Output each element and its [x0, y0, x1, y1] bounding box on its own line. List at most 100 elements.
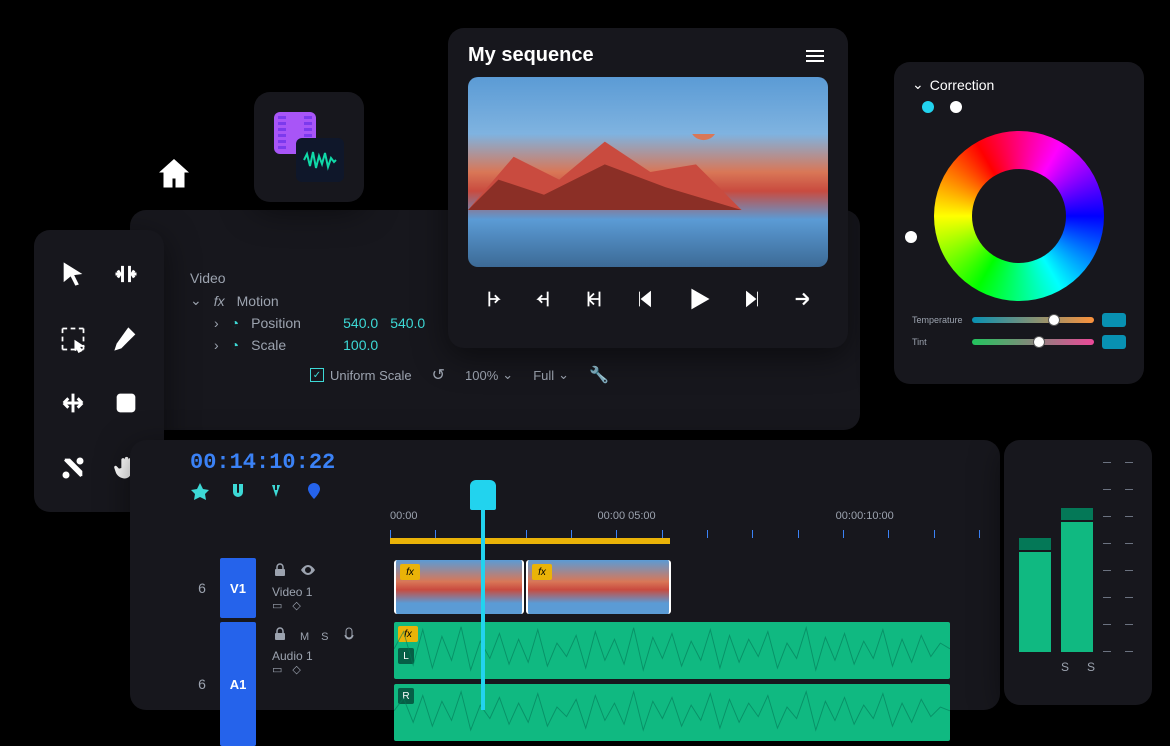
mark-in-button[interactable]: [478, 284, 508, 317]
color-wheel[interactable]: [934, 131, 1104, 301]
tint-slider-knob[interactable]: [1033, 336, 1045, 348]
video-section-label: Video: [190, 270, 226, 286]
mute-button[interactable]: M: [300, 631, 309, 643]
step-back-button[interactable]: [630, 284, 660, 317]
tint-slider[interactable]: [972, 339, 1094, 345]
mark-out-button[interactable]: [529, 284, 559, 317]
position-label: Position: [251, 315, 331, 331]
ruler-label: 00:00: [390, 510, 418, 522]
track-index: 6: [190, 558, 214, 618]
temperature-label: Temperature: [912, 315, 964, 325]
track-index: 6: [190, 622, 214, 746]
slip-tool[interactable]: [50, 375, 95, 432]
tint-value-box[interactable]: [1102, 335, 1126, 349]
snap-icon[interactable]: [190, 481, 210, 506]
stopwatch-icon[interactable]: ◔: [231, 315, 239, 331]
video-clip-1[interactable]: fx: [394, 560, 524, 614]
track-keyframe-icon[interactable]: ◇: [292, 663, 300, 676]
video-track-header: Video 1 ▭ ◇: [264, 558, 394, 618]
program-monitor-panel: My sequence: [448, 28, 848, 348]
go-to-out-button[interactable]: [788, 284, 818, 317]
audio-clip-right[interactable]: R: [394, 684, 950, 741]
pen-tool[interactable]: [103, 311, 148, 368]
stopwatch-icon[interactable]: ◔: [231, 337, 239, 353]
correction-mode-2[interactable]: [950, 101, 962, 113]
temperature-slider-knob[interactable]: [1048, 314, 1060, 326]
work-area-bar[interactable]: [390, 538, 670, 544]
audio-track-content[interactable]: fx L R: [394, 622, 980, 746]
video-clip-2[interactable]: fx: [526, 560, 671, 614]
temperature-slider[interactable]: [972, 317, 1094, 323]
audio-clip-left[interactable]: fx L: [394, 622, 950, 679]
solo-button-left[interactable]: S: [1061, 660, 1069, 674]
step-forward-button[interactable]: [737, 284, 767, 317]
luminance-slider[interactable]: [910, 141, 912, 291]
position-x-value[interactable]: 540.0: [343, 315, 378, 331]
scale-label: Scale: [251, 337, 331, 353]
track-badge-a1[interactable]: A1: [220, 622, 256, 746]
scale-value[interactable]: 100.0: [343, 337, 378, 353]
timeline-panel: 00:14:10:22 00:00 00:00 05:00 00:00:10:0…: [130, 440, 1000, 710]
marquee-select-tool[interactable]: [50, 311, 95, 368]
selection-tool[interactable]: [50, 246, 95, 303]
home-button[interactable]: [150, 150, 198, 198]
home-icon: [156, 156, 192, 192]
meter-scale: [1103, 462, 1115, 652]
timeline-ruler[interactable]: 00:00 00:00 05:00 00:00:10:00: [390, 510, 980, 540]
temperature-value-box[interactable]: [1102, 313, 1126, 327]
position-y-value[interactable]: 540.0: [390, 315, 425, 331]
audio-meter-right: [1061, 462, 1093, 652]
video-track-name: Video 1: [272, 585, 386, 599]
program-monitor[interactable]: [468, 77, 828, 267]
reset-icon[interactable]: ↺: [432, 365, 445, 385]
linked-selection-icon[interactable]: [266, 481, 286, 506]
uniform-scale-checkbox[interactable]: ✓ Uniform Scale: [310, 368, 412, 383]
audio-track-header: M S Audio 1 ▭ ◇: [264, 622, 394, 746]
magnet-icon[interactable]: [228, 481, 248, 506]
audio-meter-left: [1019, 462, 1051, 652]
uniform-scale-label: Uniform Scale: [330, 368, 412, 383]
temperature-slider-row: Temperature: [912, 313, 1126, 327]
marker-icon[interactable]: [304, 481, 324, 506]
ripple-edit-tool[interactable]: [103, 246, 148, 303]
color-correction-panel: ⌄ Correction Temperature Tint: [894, 62, 1144, 384]
tint-label: Tint: [912, 337, 964, 347]
track-badge-v1[interactable]: V1: [220, 558, 256, 618]
track-lock-icon[interactable]: [272, 626, 288, 647]
timecode-display[interactable]: 00:14:10:22: [190, 450, 335, 475]
zoom-select[interactable]: 100%⌄: [465, 367, 513, 383]
panel-menu-icon[interactable]: [802, 46, 828, 66]
chevron-right-icon: ›: [214, 315, 219, 331]
ruler-label: 00:00:10:00: [836, 510, 894, 522]
fx-badge-icon: fx: [532, 564, 552, 580]
track-output-icon[interactable]: ▭: [272, 599, 282, 612]
play-button[interactable]: [681, 281, 717, 320]
track-visibility-icon[interactable]: [300, 562, 316, 583]
sequence-title: My sequence: [468, 44, 594, 67]
track-lock-icon[interactable]: [272, 562, 288, 583]
rectangle-tool[interactable]: [103, 375, 148, 432]
transport-controls: [468, 281, 828, 320]
waveform-icon: [394, 622, 950, 677]
track-output-icon[interactable]: ▭: [272, 663, 282, 676]
audio-track: 6 A1 M S Audio 1 ▭ ◇ fx L: [190, 622, 980, 746]
voiceover-record-icon[interactable]: [341, 626, 357, 647]
solo-button[interactable]: S: [321, 631, 328, 643]
go-to-in-button[interactable]: [579, 284, 609, 317]
correction-mode-1[interactable]: [922, 101, 934, 113]
ruler-label: 00:00 05:00: [598, 510, 656, 522]
waveform-icon: [296, 138, 344, 182]
waveform-icon: [394, 684, 950, 739]
fx-badge-icon: fx: [400, 564, 420, 580]
chevron-down-icon: ⌄: [190, 292, 202, 309]
track-keyframe-icon[interactable]: ◇: [292, 599, 300, 612]
solo-button-right[interactable]: S: [1087, 660, 1095, 674]
razor-tool[interactable]: [50, 440, 95, 497]
correction-header[interactable]: ⌄ Correction: [912, 76, 1126, 93]
chevron-down-icon: ⌄: [502, 367, 513, 383]
video-track-content[interactable]: fx fx: [394, 558, 980, 618]
media-icon-stack[interactable]: [274, 112, 344, 182]
luminance-slider-knob[interactable]: [905, 231, 917, 243]
wrench-icon[interactable]: 🔧: [589, 365, 609, 385]
fit-select[interactable]: Full⌄: [533, 367, 569, 383]
